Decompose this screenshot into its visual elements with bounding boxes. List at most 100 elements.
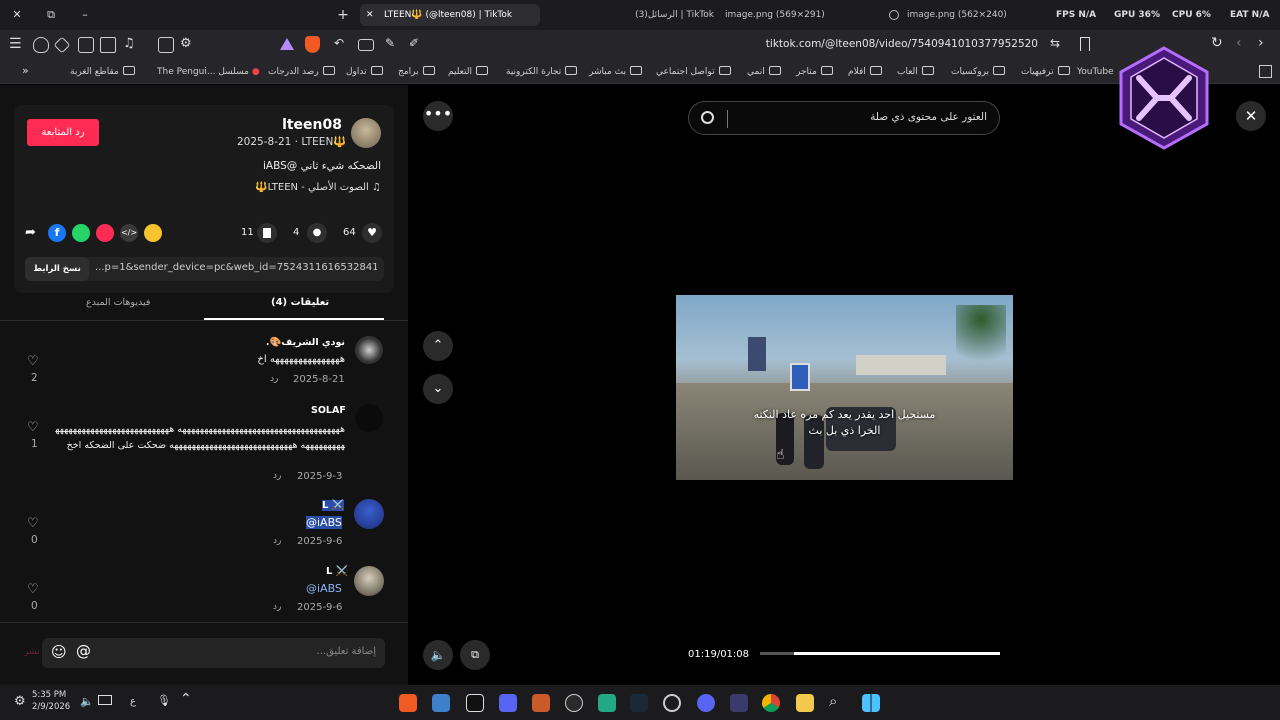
- comment-mention[interactable]: @iABS: [306, 582, 342, 595]
- comment-like-icon[interactable]: ♡: [27, 516, 39, 531]
- back-icon[interactable]: ‹: [1236, 35, 1242, 51]
- close-tab-icon[interactable]: ✕: [366, 4, 374, 26]
- post-comment-button[interactable]: نشر: [24, 647, 40, 657]
- brave-shields-icon[interactable]: [305, 36, 320, 53]
- like-button[interactable]: ♥: [362, 223, 382, 243]
- network-icon[interactable]: [98, 695, 112, 705]
- related-search-bar[interactable]: العثور على محتوى ذي صلة: [688, 101, 1000, 135]
- vpn-icon[interactable]: [280, 38, 294, 50]
- brave-taskbar-icon[interactable]: [399, 694, 417, 712]
- tab-tiktok-messages[interactable]: (3)الرسائل | TikTok: [560, 4, 720, 26]
- reply-button[interactable]: رد: [273, 536, 281, 546]
- search-icon[interactable]: [701, 111, 714, 124]
- sidebar-icon[interactable]: [100, 37, 116, 53]
- reload-icon[interactable]: ↻: [1211, 35, 1223, 51]
- commenter-avatar[interactable]: [355, 336, 383, 364]
- comment-button[interactable]: ●: [307, 223, 327, 243]
- bookmark-item[interactable]: برامج: [398, 65, 435, 79]
- bookmark-item[interactable]: تجارة الكترونية: [506, 65, 578, 79]
- comment-username[interactable]: L ⚔️: [326, 566, 348, 577]
- mention-icon[interactable]: @: [76, 642, 91, 660]
- tab-image-2[interactable]: image.png (562×240): [885, 4, 1035, 26]
- save-button[interactable]: [257, 223, 277, 243]
- follow-back-button[interactable]: رد المتابعة: [27, 119, 99, 146]
- comment-mention[interactable]: @iABS: [306, 516, 342, 529]
- restore-window-icon[interactable]: ⧉: [42, 6, 60, 24]
- speaker-icon[interactable]: 🔈: [80, 695, 94, 708]
- reader-icon[interactable]: [78, 37, 94, 53]
- commenter-avatar[interactable]: [354, 566, 384, 596]
- video-frame[interactable]: مستحيل احد يقدر يعد كم مره عاد النكته ال…: [676, 295, 1013, 480]
- bookmark-item[interactable]: بروكسيات: [951, 65, 1006, 79]
- capcut-taskbar-icon[interactable]: [466, 694, 484, 712]
- bookmark-icon[interactable]: [1080, 37, 1090, 51]
- forward-icon[interactable]: ›: [1258, 35, 1264, 51]
- steam-taskbar-icon[interactable]: [630, 694, 648, 712]
- tab-image-1[interactable]: image.png (569×291): [725, 4, 875, 26]
- next-video-button[interactable]: ⌄: [423, 374, 453, 404]
- pen-icon[interactable]: ✐: [409, 36, 419, 50]
- bookmark-item[interactable]: افلام: [848, 65, 882, 79]
- bookmark-item[interactable]: The Pengui... مسلسل ●: [157, 65, 260, 79]
- game-taskbar-icon[interactable]: [565, 694, 583, 712]
- windows-start-icon[interactable]: [862, 694, 880, 712]
- share-arrow-icon[interactable]: ➦: [25, 225, 36, 240]
- site-settings-icon[interactable]: ⇆: [1050, 36, 1060, 50]
- edit-icon[interactable]: ✎: [385, 36, 395, 50]
- back-arrow-icon[interactable]: ↶: [334, 36, 344, 50]
- menu-icon[interactable]: ☰: [9, 36, 22, 52]
- creator-display-name[interactable]: lteen08: [282, 117, 342, 133]
- picture-in-picture-icon[interactable]: ⧉: [460, 640, 490, 670]
- comment-like-icon[interactable]: ♡: [27, 582, 39, 597]
- reply-button[interactable]: رد: [273, 471, 281, 481]
- share-link-text[interactable]: ...p=1&sender_device=pc&web_id=752431161…: [95, 262, 377, 273]
- new-tab-icon[interactable]: +: [334, 6, 352, 24]
- search-taskbar-icon[interactable]: ⌕: [829, 692, 837, 710]
- facebook-icon[interactable]: f: [48, 224, 66, 242]
- bookmark-item[interactable]: العاب: [897, 65, 934, 79]
- bookmark-item[interactable]: مقاطع الغربة: [70, 65, 135, 79]
- bookmark-item[interactable]: التعليم: [448, 65, 488, 79]
- repost-icon[interactable]: [144, 224, 162, 242]
- app-taskbar-icon[interactable]: [730, 694, 748, 712]
- bookmark-item[interactable]: انمي: [747, 65, 781, 79]
- close-window-icon[interactable]: ✕: [8, 6, 26, 24]
- bookmark-item[interactable]: متاجر: [796, 65, 833, 79]
- bookmark-item[interactable]: بث مباشر: [589, 65, 642, 79]
- bookmark-item[interactable]: رصد الدرجات: [268, 65, 335, 79]
- address-bar[interactable]: tiktok.com/@lteen08/video/75409410103779…: [766, 38, 1038, 50]
- commenter-avatar[interactable]: [354, 499, 384, 529]
- comment-username[interactable]: L ⚔️: [322, 500, 345, 511]
- bookmark-item[interactable]: تواصل اجتماعي: [656, 65, 731, 79]
- tray-chevron-icon[interactable]: ⌃: [180, 691, 192, 707]
- clock[interactable]: 5:35 PM 2/9/2026: [32, 689, 70, 713]
- commenter-avatar[interactable]: [355, 404, 383, 432]
- chrome-taskbar-icon[interactable]: [762, 694, 780, 712]
- settings-icon[interactable]: ⚙: [14, 694, 26, 709]
- tab-creator-videos[interactable]: فيديوهات المبدع: [86, 297, 150, 308]
- comment-like-icon[interactable]: ♡: [27, 420, 39, 435]
- extensions-icon[interactable]: [53, 36, 71, 54]
- whatsapp-icon[interactable]: [72, 224, 90, 242]
- comment-like-icon[interactable]: ♡: [27, 354, 39, 369]
- input-language[interactable]: ع: [130, 696, 136, 707]
- comment-username[interactable]: نودي الشريف🎨.: [266, 337, 345, 348]
- file-explorer-taskbar-icon[interactable]: [796, 694, 814, 712]
- close-player-icon[interactable]: ✕: [1236, 101, 1266, 131]
- comment-input[interactable]: ☺ @ إضافة تعليق...: [42, 638, 385, 668]
- music-icon[interactable]: ♫: [123, 36, 135, 51]
- apps-grid-icon[interactable]: [1259, 65, 1272, 78]
- progress-bar[interactable]: [760, 652, 1000, 655]
- photos-taskbar-icon[interactable]: [432, 694, 450, 712]
- more-options-icon[interactable]: •••: [423, 101, 453, 131]
- previous-video-button[interactable]: ⌃: [423, 331, 453, 361]
- app-taskbar-icon[interactable]: [499, 694, 517, 712]
- discord-taskbar-icon[interactable]: [697, 694, 715, 712]
- sync-taskbar-icon[interactable]: [663, 694, 681, 712]
- tab-comments[interactable]: تعليقات (4): [271, 297, 329, 308]
- xbox-taskbar-icon[interactable]: [598, 694, 616, 712]
- bookmark-item[interactable]: ترفيهيات: [1021, 65, 1070, 79]
- reply-button[interactable]: رد: [270, 374, 278, 384]
- send-to-friends-icon[interactable]: [96, 224, 114, 242]
- copy-link-button[interactable]: نسخ الرابط: [25, 257, 89, 281]
